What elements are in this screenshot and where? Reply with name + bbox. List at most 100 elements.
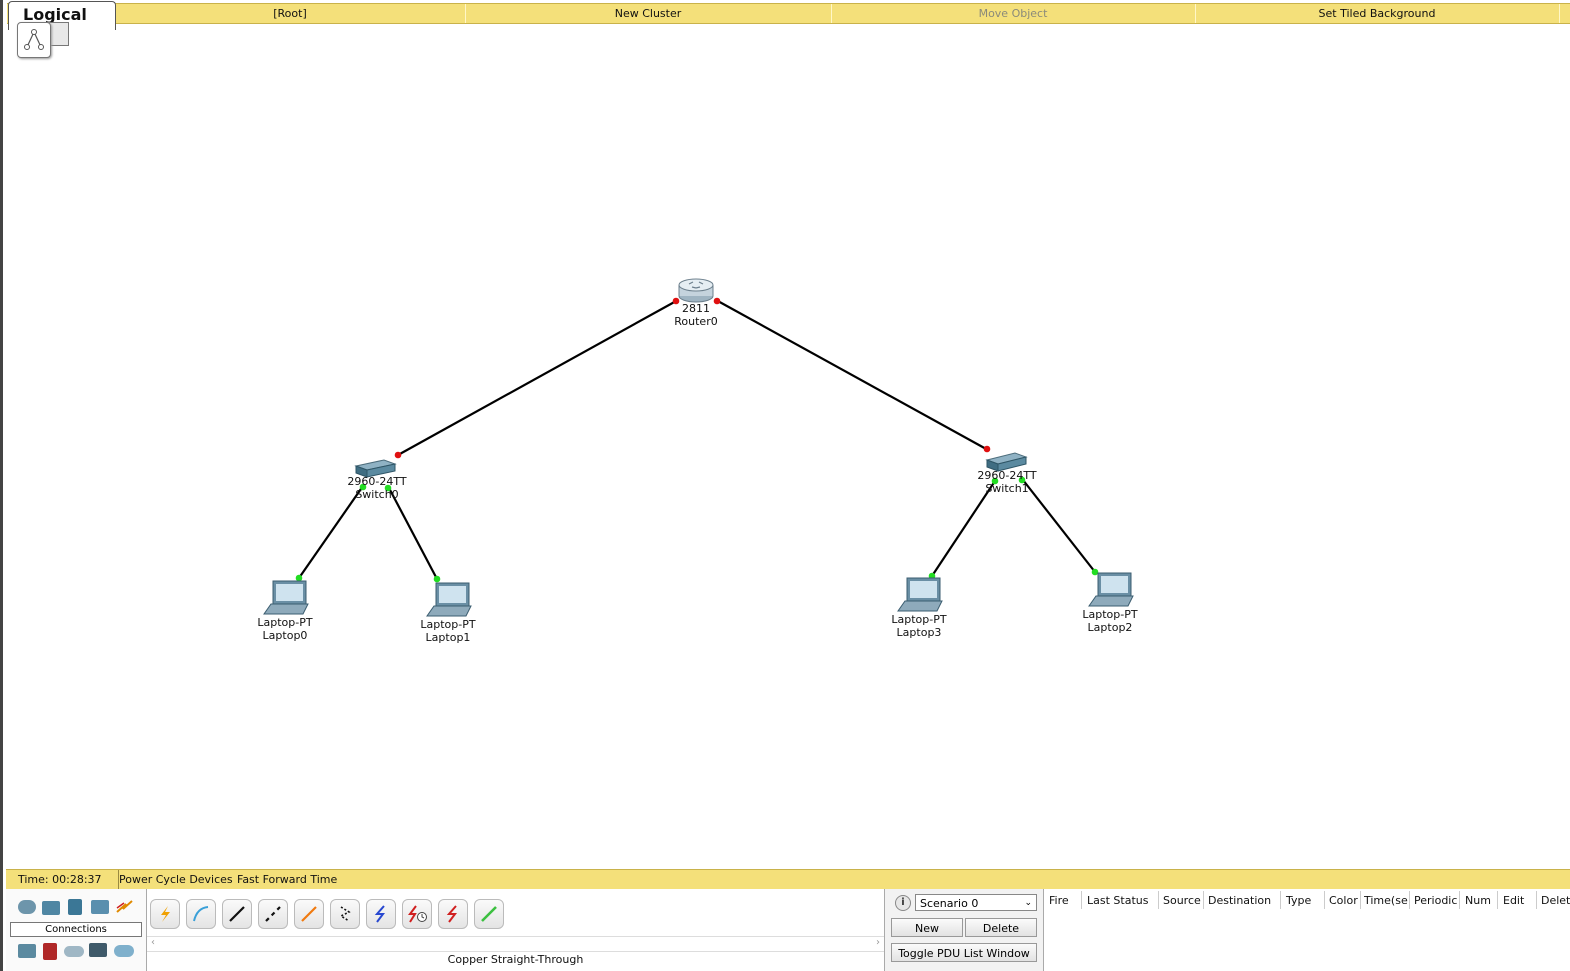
scroll-left-icon[interactable]: ‹ — [151, 937, 155, 948]
serial-dce-button[interactable] — [402, 899, 432, 929]
laptop0-name-label: Laptop0 — [263, 629, 308, 642]
pdu-column-edit[interactable]: Edit — [1503, 894, 1524, 907]
fiber-cable-icon — [301, 906, 317, 922]
hubs-category-icon[interactable] — [68, 899, 82, 915]
laptop1-device[interactable]: Laptop-PT Laptop1 — [420, 582, 476, 644]
pdu-column-fire[interactable]: Fire — [1049, 894, 1069, 907]
laptop3-device[interactable]: Laptop-PT Laptop3 — [891, 577, 947, 639]
copper-straight-through-button[interactable] — [222, 899, 252, 929]
straight-through-cable-icon — [229, 906, 245, 922]
pdu-column-color[interactable]: Color — [1329, 894, 1358, 907]
pdu-column-num[interactable]: Num — [1465, 894, 1491, 907]
router0-model-label: 2811 — [682, 302, 710, 315]
new-cluster-button[interactable]: New Cluster — [465, 4, 832, 23]
network-links — [298, 299, 1096, 580]
pdu-column-source[interactable]: Source — [1163, 894, 1201, 907]
console-cable-button[interactable] — [186, 899, 216, 929]
laptop-icon — [897, 577, 943, 612]
packet-tracer-window: [Root] New Cluster Move Object Set Tiled… — [0, 0, 1570, 971]
scenario-panel: i Scenario 0 ⌄ New Delete Toggle PDU Lis… — [885, 889, 1044, 971]
laptop-icon — [263, 580, 309, 615]
end-devices-category-icon[interactable] — [18, 944, 36, 958]
fiber-button[interactable] — [294, 899, 324, 929]
info-icon[interactable]: i — [895, 895, 911, 911]
laptop2-model-label: Laptop-PT — [1082, 608, 1137, 621]
scroll-right-icon[interactable]: › — [876, 937, 880, 948]
routers-category-icon[interactable] — [18, 900, 36, 914]
logical-workspace-canvas[interactable]: 2811 Router0 2960-24TT Switch0 2960-24TT… — [6, 23, 1570, 869]
router0-device[interactable]: 2811 Router0 — [674, 278, 718, 328]
cable-scrollbar[interactable]: ‹ › — [147, 936, 884, 952]
laptop-icon — [426, 582, 472, 617]
delete-scenario-button[interactable]: Delete — [965, 918, 1037, 937]
octal-button[interactable] — [474, 899, 504, 929]
switch0-device[interactable]: 2960-24TT Switch0 — [347, 459, 407, 501]
port-indicator-switch0-uplink — [394, 451, 402, 459]
link-switch1-laptop3[interactable] — [931, 480, 996, 577]
phone-button[interactable] — [330, 899, 360, 929]
set-tiled-background-button[interactable]: Set Tiled Background — [1195, 4, 1560, 23]
pdu-column-last-status[interactable]: Last Status — [1087, 894, 1148, 907]
lightning-icon — [161, 906, 170, 922]
laptop1-model-label: Laptop-PT — [420, 618, 475, 631]
coaxial-button[interactable] — [366, 899, 396, 929]
laptop1-name-label: Laptop1 — [426, 631, 471, 644]
switches-category-icon[interactable] — [42, 901, 60, 915]
copper-cross-over-button[interactable] — [258, 899, 288, 929]
multiuser-category-icon[interactable] — [114, 945, 134, 957]
laptop2-name-label: Laptop2 — [1088, 621, 1133, 634]
link-switch0-laptop0[interactable] — [298, 485, 364, 579]
pdu-column-periodic[interactable]: Periodic — [1414, 894, 1457, 907]
router0-name-label: Router0 — [674, 315, 717, 328]
laptop3-model-label: Laptop-PT — [891, 613, 946, 626]
serial-dce-icon — [408, 905, 427, 923]
device-selection-panel: Connections ‹ › Copper Straight-Through … — [6, 889, 1570, 971]
link-switch0-laptop1[interactable] — [388, 487, 438, 580]
console-cable-icon — [193, 906, 209, 922]
laptop0-model-label: Laptop-PT — [257, 616, 312, 629]
switch1-name-label: Switch1 — [985, 482, 1028, 495]
pdu-column-type[interactable]: Type — [1286, 894, 1311, 907]
serial-dte-icon — [446, 905, 457, 923]
laptop0-device[interactable]: Laptop-PT Laptop0 — [257, 580, 313, 642]
scenario-select-value: Scenario 0 — [920, 897, 979, 910]
router-icon — [678, 278, 714, 303]
octal-cable-icon — [481, 906, 497, 922]
port-indicator-router0-left — [672, 297, 680, 305]
cross-over-cable-icon — [265, 906, 281, 922]
port-indicator-router0-right — [713, 297, 721, 305]
toggle-pdu-list-button[interactable]: Toggle PDU List Window — [891, 943, 1037, 962]
new-scenario-button[interactable]: New — [891, 918, 963, 937]
switch0-name-label: Switch0 — [355, 488, 398, 501]
automatic-connection-button[interactable] — [150, 899, 180, 929]
selected-cable-label: Copper Straight-Through — [447, 953, 584, 966]
pdu-list-table: Fire Last Status Source Destination Type… — [1044, 889, 1570, 971]
serial-dte-button[interactable] — [438, 899, 468, 929]
wan-emulation-category-icon[interactable] — [64, 946, 84, 957]
pdu-column-destination[interactable]: Destination — [1208, 894, 1271, 907]
power-cycle-devices-button[interactable]: Power Cycle Devices — [119, 870, 233, 889]
switch1-device[interactable]: 2960-24TT Switch1 — [977, 452, 1037, 495]
wireless-category-icon[interactable] — [91, 900, 109, 914]
security-category-icon[interactable] — [43, 943, 57, 960]
port-indicator-laptop2 — [1091, 568, 1099, 576]
pdu-column-delete[interactable]: Delete — [1541, 894, 1570, 907]
connections-category-icon[interactable] — [114, 898, 134, 916]
chevron-down-icon: ⌄ — [1024, 898, 1032, 908]
simulation-time: Time: 00:28:37 — [6, 870, 119, 889]
link-switch1-laptop2[interactable] — [1022, 479, 1096, 573]
link-router0-switch0[interactable] — [397, 299, 679, 456]
move-object-button[interactable]: Move Object — [831, 4, 1196, 23]
realtime-status-bar: Time: 00:28:37 Power Cycle Devices Fast … — [6, 869, 1570, 890]
pdu-column-time[interactable]: Time(se — [1364, 894, 1408, 907]
switch0-model-label: 2960-24TT — [347, 475, 406, 488]
laptop2-device[interactable]: Laptop-PT Laptop2 — [1082, 572, 1138, 634]
root-button[interactable]: [Root] — [115, 4, 466, 23]
laptop3-name-label: Laptop3 — [897, 626, 942, 639]
link-router0-switch1[interactable] — [715, 299, 989, 451]
coaxial-cable-icon — [374, 905, 385, 923]
fast-forward-time-button[interactable]: Fast Forward Time — [237, 870, 337, 889]
port-indicator-laptop1 — [433, 575, 441, 583]
scenario-select[interactable]: Scenario 0 ⌄ — [915, 894, 1037, 911]
custom-devices-category-icon[interactable] — [89, 943, 107, 957]
